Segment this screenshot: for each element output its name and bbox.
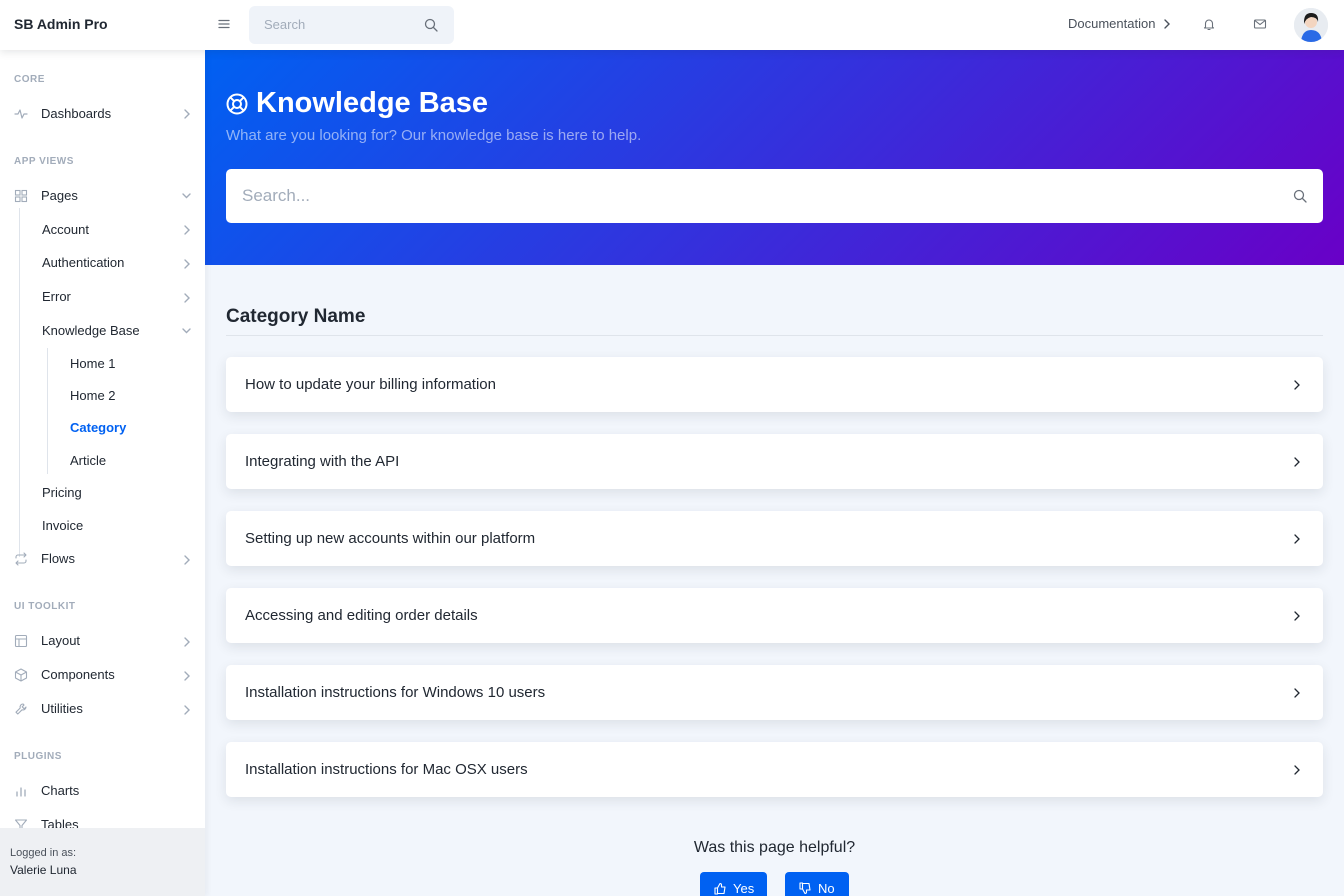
article-card[interactable]: Integrating with the API [226,434,1323,489]
chevron-right-icon [1294,611,1300,621]
section-heading-plugins: Plugins [14,751,62,762]
chevron-right-icon [1164,19,1170,29]
chevron-right-icon [1294,765,1300,775]
thumbs-down-icon [799,881,811,894]
no-button[interactable]: No [785,872,849,896]
chevron-right-icon [1294,380,1300,390]
mail-icon[interactable] [1253,17,1267,31]
chevron-right-icon [1294,457,1300,467]
article-title: Accessing and editing order details [245,607,478,624]
repeat-icon [15,552,27,566]
no-label: No [818,880,835,896]
helpful-question: Was this page helpful? [693,839,856,856]
sidebar-footer: Logged in as: Valerie Luna [0,828,205,896]
search-icon [1293,189,1307,203]
layout-icon [14,634,28,648]
section-heading-core: Core [14,74,45,85]
grid-icon [14,189,28,203]
topbar: SB Admin Pro Search Documentation [0,0,1344,50]
chevron-right-icon [184,293,190,303]
article-card[interactable]: Setting up new accounts within our platf… [226,511,1323,566]
chevron-right-icon [184,705,190,715]
chevron-down-icon [182,328,191,334]
documentation-link[interactable]: Documentation [1068,16,1155,31]
sidebar-item-pages[interactable]: Pages [41,188,78,203]
menu-icon[interactable] [217,17,231,31]
divider [226,335,1323,336]
article-card[interactable]: Installation instructions for Windows 10… [226,665,1323,720]
sidebar-item-layout[interactable]: Layout [41,633,80,648]
activity-icon [14,109,28,119]
sidebar-item-home1[interactable]: Home 1 [70,356,116,371]
sidebar-item-knowledge-base[interactable]: Knowledge Base [42,323,140,338]
sidebar-item-invoice[interactable]: Invoice [42,518,83,533]
bar-chart-icon [16,787,26,797]
kb-search-placeholder: Search... [242,186,311,205]
section-heading-app-views: App Views [14,156,74,167]
bell-icon[interactable] [1202,17,1216,31]
yes-label: Yes [733,880,755,896]
sidebar-item-flows[interactable]: Flows [41,551,75,566]
sidebar-item-utilities[interactable]: Utilities [41,701,83,716]
sidebar-item-error[interactable]: Error [42,289,71,304]
page-subtitle: What are you looking for? Our knowledge … [226,127,642,144]
article-card[interactable]: How to update your billing information [226,357,1323,412]
chevron-right-icon [184,109,190,119]
article-title: How to update your billing information [245,376,496,393]
article-title: Integrating with the API [245,453,400,470]
nav-guide-line-nested [47,348,48,474]
sidebar-item-article[interactable]: Article [70,453,106,468]
chevron-right-icon [184,259,190,269]
chevron-down-icon [182,193,191,199]
article-title: Installation instructions for Windows 10… [245,684,546,701]
article-title: Installation instructions for Mac OSX us… [245,761,528,778]
sidebar-item-dashboards[interactable]: Dashboards [41,106,111,121]
article-title: Setting up new accounts within our platf… [245,530,536,547]
avatar-icon [1294,8,1328,42]
section-heading-ui-toolkit: UI Toolkit [14,601,76,612]
category-title: Category Name [226,306,366,327]
sidebar-item-account[interactable]: Account [42,222,89,237]
life-buoy-icon [226,93,248,115]
yes-button[interactable]: Yes [700,872,767,896]
sidebar: Core Dashboards App Views Pages Account … [0,50,205,896]
package-icon [14,668,28,682]
thumbs-up-icon [714,882,726,895]
sidebar-item-category[interactable]: Category [70,420,126,435]
sidebar-item-home2[interactable]: Home 2 [70,388,116,403]
knowledge-base-search-input[interactable]: Search... [226,169,1323,223]
article-card[interactable]: Accessing and editing order details [226,588,1323,643]
nav-guide-line [19,208,20,557]
page-header: Knowledge Base What are you looking for?… [205,50,1344,265]
logged-in-label: Logged in as: [10,847,77,859]
wrench-icon [15,703,27,715]
logged-in-user-name: Valerie Luna [10,863,77,877]
article-card[interactable]: Installation instructions for Mac OSX us… [226,742,1323,797]
page-title: Knowledge Base [256,87,489,119]
user-avatar[interactable] [1294,8,1328,42]
sidebar-item-pricing[interactable]: Pricing [42,485,82,500]
chevron-right-icon [184,671,190,681]
sidebar-item-components[interactable]: Components [41,667,115,682]
brand-name[interactable]: SB Admin Pro [14,16,108,32]
chevron-right-icon [1294,534,1300,544]
top-search-placeholder: Search [264,17,306,32]
sidebar-item-authentication[interactable]: Authentication [42,255,124,270]
chevron-right-icon [184,637,190,647]
search-icon [424,18,438,32]
chevron-right-icon [1294,688,1300,698]
chevron-right-icon [184,225,190,235]
top-search-input[interactable]: Search [249,6,454,44]
chevron-right-icon [184,555,190,565]
sidebar-item-charts[interactable]: Charts [41,783,79,798]
